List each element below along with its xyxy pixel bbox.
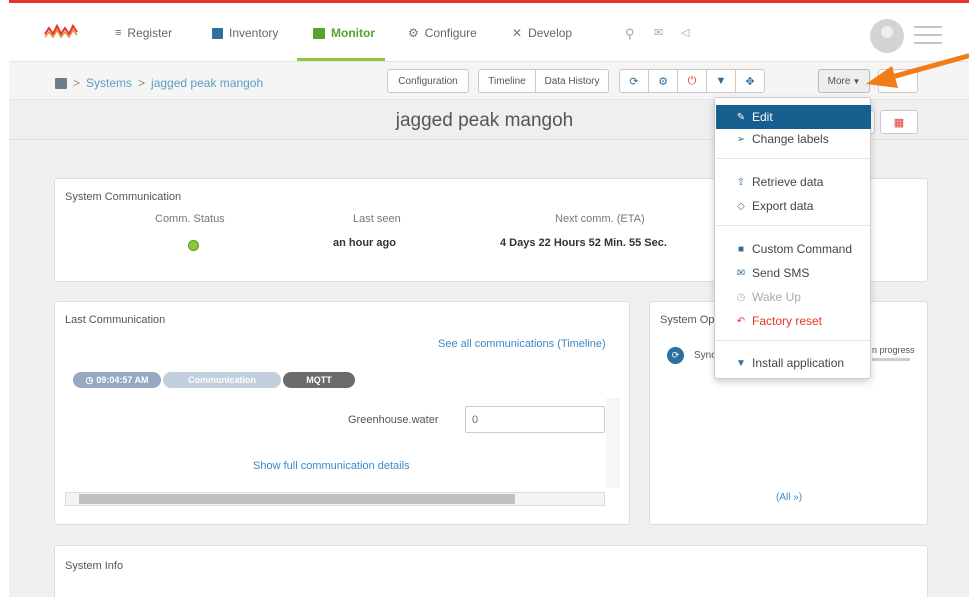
protocol-badge: MQTT	[283, 372, 355, 388]
menu-divider	[716, 225, 871, 226]
sync-icon: ⟳	[629, 75, 639, 88]
vertical-scrollbar[interactable]	[606, 398, 620, 488]
tools-icon: ✕	[512, 26, 523, 40]
reset-icon: ↶	[736, 315, 746, 327]
show-details-link[interactable]: Show full communication details	[253, 460, 410, 472]
time-badge: ◷ 09:04:57 AM	[73, 372, 161, 388]
download-icon: ▼	[715, 75, 727, 87]
sms-icon: ✉	[736, 267, 746, 279]
sync-button[interactable]: ⟳	[619, 69, 649, 93]
systems-grid-icon	[55, 77, 67, 89]
inventory-icon	[212, 27, 223, 39]
menu-divider	[716, 158, 871, 159]
sync-icon: ⟳	[667, 347, 684, 364]
all-operations-link[interactable]: (All »)	[776, 492, 802, 503]
download-icon: ▼	[736, 357, 746, 369]
mail-icon[interactable]: ✉	[654, 26, 663, 39]
avatar[interactable]	[870, 19, 904, 53]
breadcrumb-systems-link[interactable]: Systems	[86, 76, 132, 90]
reboot-button[interactable]: ⏻	[677, 69, 707, 93]
greenhouse-water-field[interactable]	[465, 406, 605, 433]
operation-name: Sync	[694, 350, 717, 361]
move-button[interactable]: ✥	[735, 69, 765, 93]
menu-item-export-data[interactable]: ◇ Export data	[716, 194, 871, 218]
menu-item-retrieve-data[interactable]: ⇧ Retrieve data	[716, 170, 871, 194]
nav-inventory[interactable]: Inventory	[212, 26, 278, 40]
power-icon: ⏻	[687, 74, 697, 87]
system-info-panel: System Info	[54, 545, 928, 597]
alarm-clock-icon: ◷	[736, 291, 746, 303]
breadcrumb: > Systems > jagged peak mangoh	[55, 76, 263, 90]
last-seen-value: an hour ago	[333, 237, 396, 249]
active-tab-indicator	[297, 58, 385, 61]
scrollbar-thumb[interactable]	[79, 494, 515, 504]
more-dropdown-menu: ✎ Edit ➢ Change labels ⇧ Retrieve data ◇…	[714, 97, 871, 379]
menu-item-send-sms[interactable]: ✉ Send SMS	[716, 261, 871, 285]
brand-logo[interactable]	[44, 22, 78, 40]
menu-item-wake-up[interactable]: ◷ Wake Up	[716, 285, 871, 309]
nav-configure[interactable]: ⚙ Configure	[408, 26, 477, 40]
pencil-icon: ✎	[736, 111, 746, 123]
gear-icon: ⚙	[658, 75, 668, 88]
megaphone-icon[interactable]: ◁	[681, 26, 689, 39]
last-seen-label: Last seen	[353, 213, 401, 225]
register-icon: ≡	[115, 27, 122, 39]
install-button[interactable]: ▼	[706, 69, 736, 93]
configuration-button[interactable]: Configuration	[387, 69, 469, 93]
hamburger-menu-icon[interactable]	[914, 26, 942, 44]
pointer-arrow-annotation	[866, 53, 969, 88]
type-badge: Communication	[163, 372, 281, 388]
breadcrumb-current: jagged peak mangoh	[151, 76, 264, 90]
menu-item-edit[interactable]: ✎ Edit	[716, 105, 871, 129]
clock-icon: ◷	[85, 374, 94, 385]
panel-title: System Communication	[65, 191, 182, 203]
panel-title: System Op	[660, 314, 715, 326]
calendar-button[interactable]: ▦	[880, 110, 918, 134]
next-comm-label: Next comm. (ETA)	[555, 213, 645, 225]
calendar-icon: ▦	[893, 116, 905, 129]
apply-settings-button[interactable]: ⚙	[648, 69, 678, 93]
retrieve-icon: ⇧	[736, 176, 746, 188]
timeline-button[interactable]: Timeline	[478, 69, 536, 93]
see-all-communications-link[interactable]: See all communications (Timeline)	[438, 338, 606, 350]
next-comm-value: 4 Days 22 Hours 52 Min. 55 Sec.	[500, 237, 667, 249]
menu-item-install-application[interactable]: ▼ Install application	[716, 351, 871, 375]
panel-title: System Info	[65, 560, 124, 572]
field-label: Greenhouse.water	[348, 414, 439, 426]
breadcrumb-separator: >	[73, 76, 81, 90]
last-communication-panel: Last Communication See all communication…	[54, 301, 630, 525]
status-ok-icon	[188, 240, 199, 251]
comm-status-label: Comm. Status	[155, 213, 225, 225]
operation-status: n progress	[872, 345, 915, 355]
terminal-icon: ■	[737, 243, 745, 255]
export-icon: ◇	[737, 200, 745, 212]
data-history-button[interactable]: Data History	[535, 69, 609, 93]
search-icon[interactable]: ⚲	[625, 26, 635, 42]
panel-title: Last Communication	[65, 314, 166, 326]
menu-divider	[716, 340, 871, 341]
menu-item-factory-reset[interactable]: ↶ Factory reset	[716, 309, 871, 333]
tag-icon: ➢	[736, 133, 746, 145]
monitor-icon	[313, 27, 325, 39]
nav-register[interactable]: ≡ Register	[115, 26, 172, 40]
menu-item-custom-command[interactable]: ■ Custom Command	[716, 237, 871, 261]
nav-monitor[interactable]: Monitor	[313, 26, 375, 40]
menu-item-change-labels[interactable]: ➢ Change labels	[716, 127, 871, 151]
nav-develop[interactable]: ✕ Develop	[512, 26, 572, 40]
breadcrumb-separator: >	[138, 76, 146, 90]
progress-bar	[872, 358, 910, 361]
gear-icon: ⚙	[408, 26, 419, 40]
move-icon: ✥	[745, 75, 755, 88]
